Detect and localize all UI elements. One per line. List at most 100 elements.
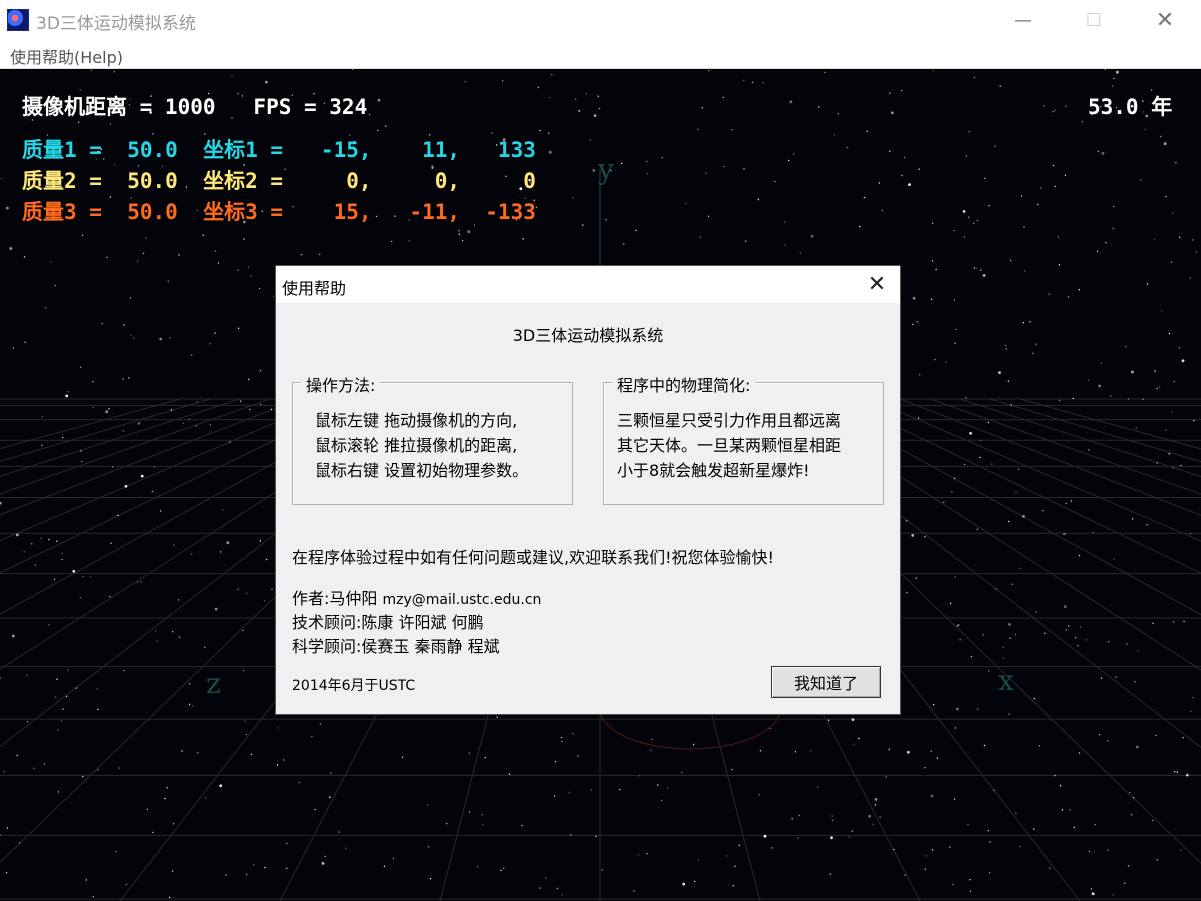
star <box>983 744 986 747</box>
star <box>65 394 69 398</box>
star <box>117 514 119 517</box>
star <box>1072 397 1075 400</box>
star <box>1005 348 1007 350</box>
star <box>1173 380 1175 383</box>
star <box>789 100 793 104</box>
star <box>837 113 840 115</box>
star <box>329 796 331 799</box>
star <box>908 183 911 186</box>
star <box>568 791 571 794</box>
star <box>743 79 745 82</box>
star <box>1142 398 1144 400</box>
star <box>1002 657 1004 659</box>
star <box>858 737 860 740</box>
star <box>122 430 125 432</box>
star <box>994 588 997 590</box>
star <box>998 371 1001 375</box>
star <box>476 866 479 868</box>
star <box>969 890 972 892</box>
star <box>1044 632 1046 634</box>
x-axis-label: x <box>998 664 1014 697</box>
star <box>106 256 108 258</box>
star <box>758 794 761 796</box>
star <box>146 808 148 811</box>
star <box>1173 621 1175 623</box>
star <box>1151 819 1154 822</box>
star <box>1058 264 1061 266</box>
star <box>1171 411 1173 413</box>
star <box>136 260 139 262</box>
star <box>110 542 112 544</box>
star <box>85 879 88 881</box>
star <box>26 721 29 723</box>
window-titlebar: 3D三体运动模拟系统 — ☐ ✕ <box>0 0 1201 41</box>
star <box>1091 892 1095 896</box>
star <box>401 756 404 758</box>
star <box>253 864 255 866</box>
star <box>934 358 936 361</box>
star <box>681 771 683 774</box>
star <box>352 69 354 70</box>
menu-help[interactable]: 使用帮助(Help) <box>10 44 123 68</box>
star <box>633 890 635 892</box>
star <box>1185 773 1189 777</box>
close-button[interactable]: ✕ <box>1142 0 1188 40</box>
grid-line <box>0 398 301 516</box>
star <box>1134 681 1136 683</box>
star <box>72 569 76 573</box>
star <box>41 444 43 447</box>
star <box>338 831 340 833</box>
star <box>1131 370 1134 374</box>
star <box>956 625 959 627</box>
star <box>763 834 767 838</box>
star <box>1010 404 1012 406</box>
star <box>1168 332 1171 335</box>
star <box>426 804 429 806</box>
star <box>1090 888 1093 890</box>
star <box>917 417 920 419</box>
star <box>6 206 9 210</box>
star <box>660 799 663 801</box>
star <box>1054 109 1056 112</box>
star <box>1131 814 1133 816</box>
star <box>932 70 934 72</box>
star <box>182 422 185 425</box>
star <box>984 177 986 179</box>
maximize-button[interactable]: ☐ <box>1071 0 1117 40</box>
star <box>43 763 46 765</box>
star <box>1037 203 1039 206</box>
star <box>369 114 371 116</box>
star <box>912 323 914 326</box>
star <box>1022 515 1025 518</box>
star <box>123 669 125 672</box>
star <box>705 172 707 174</box>
star <box>925 855 928 857</box>
star <box>1004 344 1007 347</box>
star <box>582 224 584 226</box>
star <box>237 327 240 329</box>
star <box>282 759 285 761</box>
star <box>745 240 747 242</box>
star <box>167 280 169 282</box>
ok-button[interactable]: 我知道了 <box>771 666 881 698</box>
star <box>1054 774 1056 777</box>
star <box>41 415 44 418</box>
star <box>1140 179 1142 181</box>
star <box>859 225 861 228</box>
star <box>885 776 887 778</box>
star <box>1065 105 1067 107</box>
star <box>1061 809 1064 811</box>
star <box>1008 623 1011 626</box>
star <box>219 784 223 788</box>
star <box>1182 736 1184 739</box>
star <box>142 252 145 255</box>
dialog-close-icon[interactable]: ✕ <box>854 266 900 303</box>
star <box>906 520 908 522</box>
star <box>54 284 56 287</box>
star <box>539 129 541 132</box>
star <box>661 157 663 159</box>
minimize-button[interactable]: — <box>1000 0 1046 40</box>
star <box>935 268 937 271</box>
star <box>92 406 95 409</box>
star <box>214 332 216 334</box>
